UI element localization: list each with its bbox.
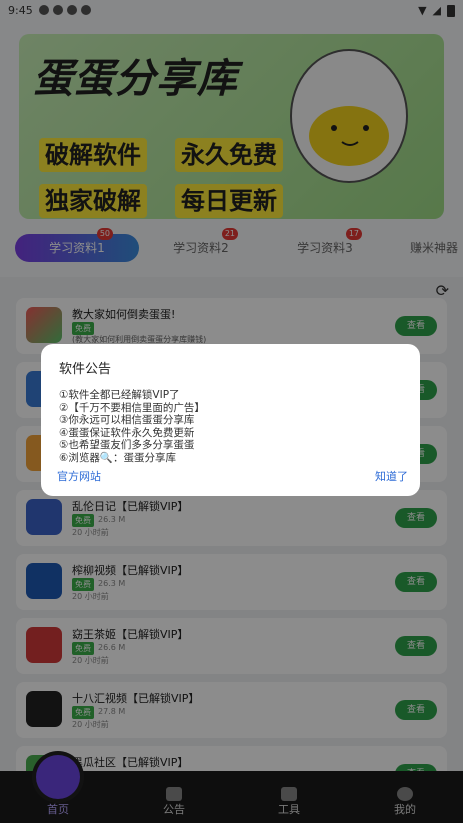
dialog-line: ②【千万不要相信里面的广告】 [59,401,205,414]
acknowledge-button[interactable]: 知道了 [375,468,408,484]
dialog-line: ⑤也希望蛋友们多多分享蛋蛋 [59,439,195,451]
dialog-line: ⑥浏览器🔍：蛋蛋分享库 [59,451,176,464]
app-screen: 9:45 ▼ ◢ 蛋蛋分享库 破解软件 永久免费 独家破解 每日更新 学习资料1… [0,0,463,823]
dialog-line: ①软件全都已经解锁VIP了 [59,389,180,401]
dialog-title: 软件公告 [59,362,112,377]
announcement-dialog: 软件公告 ①软件全都已经解锁VIP了 ②【千万不要相信里面的广告】 ③你永远可以… [41,344,420,496]
dialog-line: ③你永远可以相信蛋蛋分享库 [59,414,195,426]
official-site-button[interactable]: 官方网站 [57,468,101,484]
dialog-line: ④蛋蛋保证软件永久免费更新 [59,426,195,439]
